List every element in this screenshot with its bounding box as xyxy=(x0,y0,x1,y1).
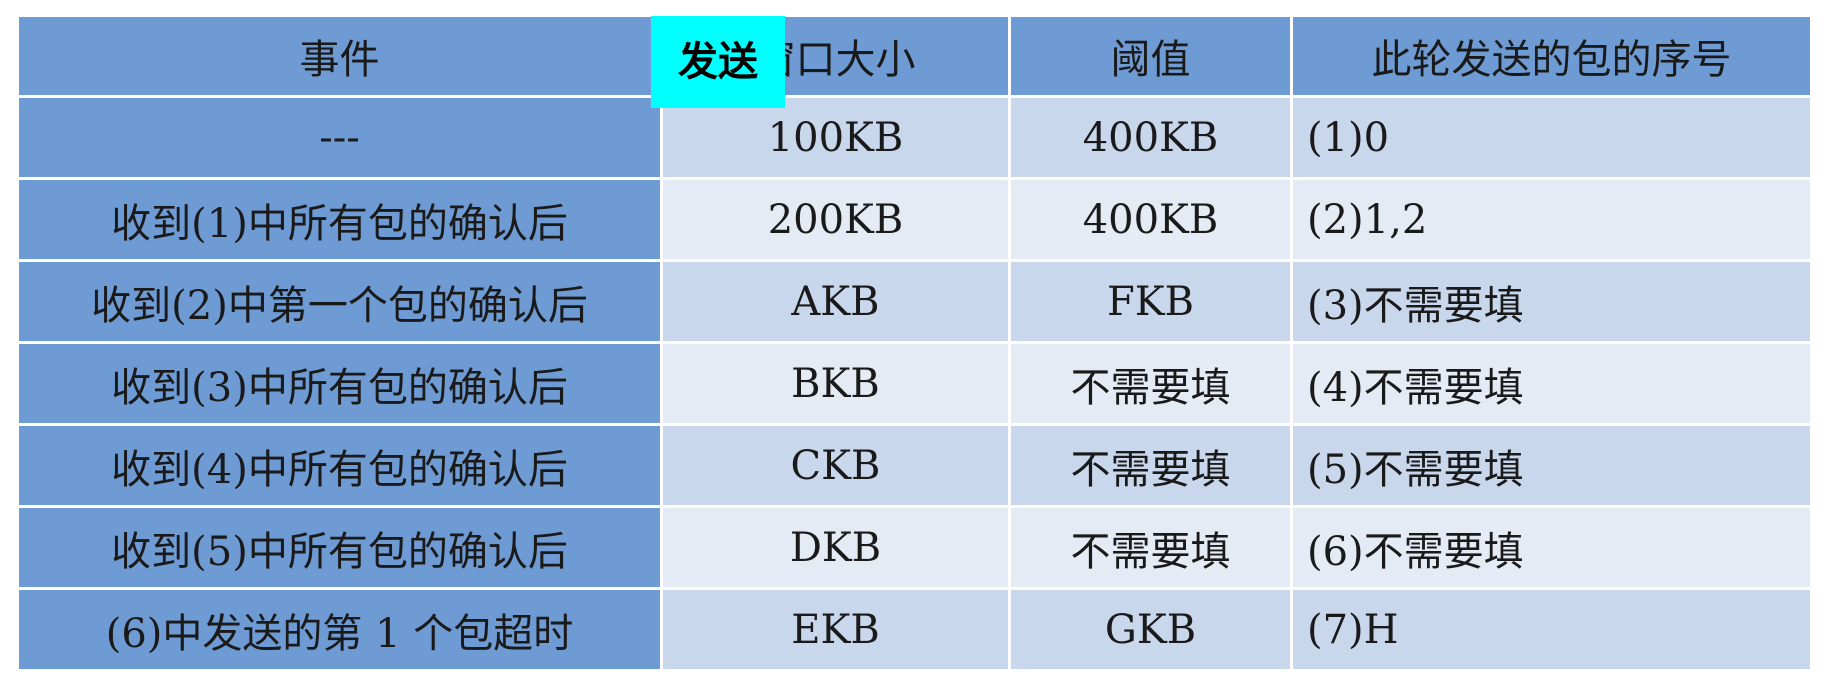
window-size-cell: BKB xyxy=(660,341,1011,426)
table-row: --- 100KB 400KB (1)0 xyxy=(16,95,1813,180)
threshold-cell: FKB xyxy=(1008,259,1293,344)
event-cell: 收到(5)中所有包的确认后 xyxy=(16,505,663,590)
header-sequence: 此轮发送的包的序号 xyxy=(1290,14,1813,98)
window-size-cell: DKB xyxy=(660,505,1011,590)
threshold-cell: 400KB xyxy=(1008,177,1293,262)
threshold-cell: GKB xyxy=(1008,587,1293,672)
sequence-cell: (3)不需要填 xyxy=(1290,259,1813,344)
event-cell: (6)中发送的第 1 个包超时 xyxy=(16,587,663,672)
threshold-cell: 400KB xyxy=(1008,95,1293,180)
highlight-label: 发送 xyxy=(651,16,785,108)
tcp-congestion-table: 事件 窗口大小 阈值 此轮发送的包的序号 --- 100KB 400KB (1)… xyxy=(16,14,1813,672)
event-cell: 收到(1)中所有包的确认后 xyxy=(16,177,663,262)
window-size-cell: CKB xyxy=(660,423,1011,508)
table-row: 收到(2)中第一个包的确认后 AKB FKB (3)不需要填 xyxy=(16,259,1813,344)
table-row: 收到(5)中所有包的确认后 DKB 不需要填 (6)不需要填 xyxy=(16,505,1813,590)
sequence-cell: (4)不需要填 xyxy=(1290,341,1813,426)
table-row: 收到(4)中所有包的确认后 CKB 不需要填 (5)不需要填 xyxy=(16,423,1813,508)
sequence-cell: (2)1,2 xyxy=(1290,177,1813,262)
threshold-cell: 不需要填 xyxy=(1008,341,1293,426)
threshold-cell: 不需要填 xyxy=(1008,423,1293,508)
event-cell: 收到(4)中所有包的确认后 xyxy=(16,423,663,508)
table-row: 收到(3)中所有包的确认后 BKB 不需要填 (4)不需要填 xyxy=(16,341,1813,426)
sequence-cell: (5)不需要填 xyxy=(1290,423,1813,508)
event-cell: --- xyxy=(16,95,663,180)
table-header-row: 事件 窗口大小 阈值 此轮发送的包的序号 xyxy=(16,14,1813,98)
threshold-cell: 不需要填 xyxy=(1008,505,1293,590)
header-threshold: 阈值 xyxy=(1008,14,1293,98)
header-event: 事件 xyxy=(16,14,663,98)
window-size-cell: 200KB xyxy=(660,177,1011,262)
sequence-cell: (1)0 xyxy=(1290,95,1813,180)
window-size-cell: EKB xyxy=(660,587,1011,672)
table-row: (6)中发送的第 1 个包超时 EKB GKB (7)H xyxy=(16,587,1813,672)
event-cell: 收到(2)中第一个包的确认后 xyxy=(16,259,663,344)
table-row: 收到(1)中所有包的确认后 200KB 400KB (2)1,2 xyxy=(16,177,1813,262)
event-cell: 收到(3)中所有包的确认后 xyxy=(16,341,663,426)
sequence-cell: (6)不需要填 xyxy=(1290,505,1813,590)
window-size-cell: AKB xyxy=(660,259,1011,344)
sequence-cell: (7)H xyxy=(1290,587,1813,672)
window-size-cell: 100KB xyxy=(660,95,1011,180)
